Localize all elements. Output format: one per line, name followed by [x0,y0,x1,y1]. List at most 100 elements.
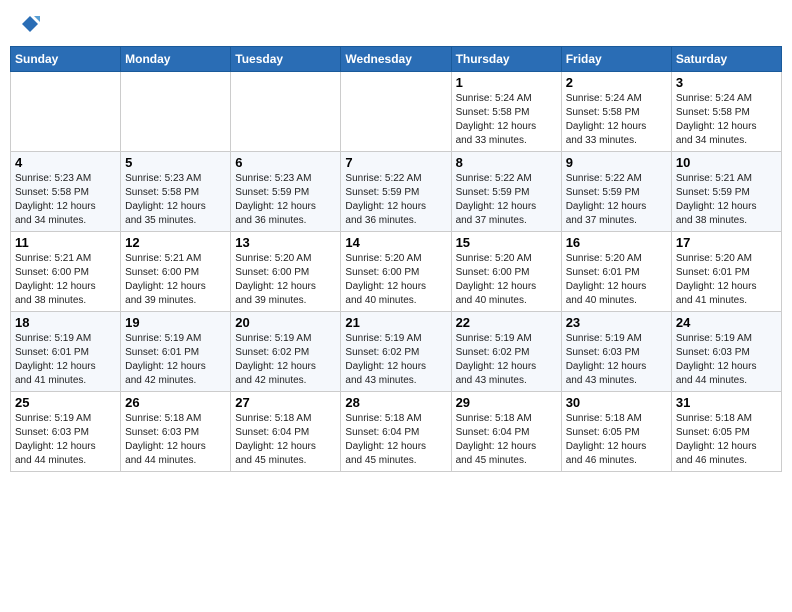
day-info: Sunrise: 5:20 AM Sunset: 6:00 PM Dayligh… [345,252,446,308]
calendar-cell: 18Sunrise: 5:19 AM Sunset: 6:01 PM Dayli… [11,312,121,392]
day-number: 2 [566,75,667,90]
day-number: 15 [456,235,557,250]
day-info: Sunrise: 5:18 AM Sunset: 6:04 PM Dayligh… [456,412,557,468]
day-number: 26 [125,395,226,410]
weekday-header-tuesday: Tuesday [231,47,341,72]
day-info: Sunrise: 5:19 AM Sunset: 6:02 PM Dayligh… [345,332,446,388]
day-number: 18 [15,315,116,330]
weekday-header-saturday: Saturday [671,47,781,72]
calendar-cell: 22 Sunrise: 5:19 AM Sunset: 6:02 PM Dayli… [451,312,561,392]
day-info: Sunrise: 5:22 AM Sunset: 5:59 PM Dayligh… [566,172,667,228]
calendar-cell: 14Sunrise: 5:20 AM Sunset: 6:00 PM Dayli… [341,232,451,312]
logo [18,14,40,34]
day-info: Sunrise: 5:23 AM Sunset: 5:58 PM Dayligh… [15,172,116,228]
weekday-header-friday: Friday [561,47,671,72]
weekday-header-thursday: Thursday [451,47,561,72]
calendar-cell: 20Sunrise: 5:19 AM Sunset: 6:02 PM Dayli… [231,312,341,392]
calendar-cell: 9 Sunrise: 5:22 AM Sunset: 5:59 PM Daylig… [561,152,671,232]
page-header [10,10,782,38]
day-number: 17 [676,235,777,250]
calendar-cell: 29 Sunrise: 5:18 AM Sunset: 6:04 PM Dayli… [451,392,561,472]
day-number: 7 [345,155,446,170]
day-info: Sunrise: 5:18 AM Sunset: 6:04 PM Dayligh… [235,412,336,468]
day-info: Sunrise: 5:22 AM Sunset: 5:59 PM Dayligh… [345,172,446,228]
calendar-cell: 19Sunrise: 5:19 AM Sunset: 6:01 PM Dayli… [121,312,231,392]
calendar-cell: 11 Sunrise: 5:21 AM Sunset: 6:00 PM Dayli… [11,232,121,312]
day-info: Sunrise: 5:19 AM Sunset: 6:03 PM Dayligh… [566,332,667,388]
day-info: Sunrise: 5:22 AM Sunset: 5:59 PM Dayligh… [456,172,557,228]
calendar-cell: 5 Sunrise: 5:23 AM Sunset: 5:58 PM Daylig… [121,152,231,232]
day-info: Sunrise: 5:20 AM Sunset: 6:01 PM Dayligh… [566,252,667,308]
calendar-cell: 31 Sunrise: 5:18 AM Sunset: 6:05 PM Dayli… [671,392,781,472]
day-info: Sunrise: 5:19 AM Sunset: 6:03 PM Dayligh… [676,332,777,388]
calendar-cell: 3Sunrise: 5:24 AM Sunset: 5:58 PM Daylig… [671,72,781,152]
day-info: Sunrise: 5:23 AM Sunset: 5:59 PM Dayligh… [235,172,336,228]
day-info: Sunrise: 5:20 AM Sunset: 6:00 PM Dayligh… [456,252,557,308]
logo-icon [20,14,40,34]
weekday-header-monday: Monday [121,47,231,72]
calendar-cell: 16 Sunrise: 5:20 AM Sunset: 6:01 PM Dayli… [561,232,671,312]
day-number: 9 [566,155,667,170]
day-number: 29 [456,395,557,410]
day-number: 3 [676,75,777,90]
day-number: 30 [566,395,667,410]
day-number: 28 [345,395,446,410]
calendar-week-1: 1 Sunrise: 5:24 AM Sunset: 5:58 PM Daylig… [11,72,782,152]
calendar-week-5: 25Sunrise: 5:19 AM Sunset: 6:03 PM Dayli… [11,392,782,472]
day-number: 21 [345,315,446,330]
calendar-cell: 13 Sunrise: 5:20 AM Sunset: 6:00 PM Dayli… [231,232,341,312]
day-number: 13 [235,235,336,250]
calendar-week-3: 11 Sunrise: 5:21 AM Sunset: 6:00 PM Dayli… [11,232,782,312]
day-number: 20 [235,315,336,330]
calendar-cell: 28Sunrise: 5:18 AM Sunset: 6:04 PM Dayli… [341,392,451,472]
day-info: Sunrise: 5:21 AM Sunset: 5:59 PM Dayligh… [676,172,777,228]
day-number: 5 [125,155,226,170]
calendar-cell: 17Sunrise: 5:20 AM Sunset: 6:01 PM Dayli… [671,232,781,312]
calendar-week-2: 4 Sunrise: 5:23 AM Sunset: 5:58 PM Daylig… [11,152,782,232]
calendar-cell [341,72,451,152]
day-info: Sunrise: 5:18 AM Sunset: 6:05 PM Dayligh… [566,412,667,468]
calendar-cell: 24 Sunrise: 5:19 AM Sunset: 6:03 PM Dayli… [671,312,781,392]
day-info: Sunrise: 5:23 AM Sunset: 5:58 PM Dayligh… [125,172,226,228]
calendar-cell: 4 Sunrise: 5:23 AM Sunset: 5:58 PM Daylig… [11,152,121,232]
calendar-cell: 26 Sunrise: 5:18 AM Sunset: 6:03 PM Dayli… [121,392,231,472]
calendar-cell: 12 Sunrise: 5:21 AM Sunset: 6:00 PM Dayli… [121,232,231,312]
calendar-cell: 1Sunrise: 5:24 AM Sunset: 5:58 PM Daylig… [451,72,561,152]
day-number: 1 [456,75,557,90]
day-number: 11 [15,235,116,250]
calendar-week-4: 18 Sunrise: 5:19 AM Sunset: 6:01 PM Dayli… [11,312,782,392]
calendar-cell: 30 Sunrise: 5:18 AM Sunset: 6:05 PM Dayli… [561,392,671,472]
day-info: Sunrise: 5:19 AM Sunset: 6:01 PM Dayligh… [125,332,226,388]
day-info: Sunrise: 5:18 AM Sunset: 6:03 PM Dayligh… [125,412,226,468]
day-number: 6 [235,155,336,170]
day-number: 23 [566,315,667,330]
day-info: Sunrise: 5:19 AM Sunset: 6:02 PM Dayligh… [456,332,557,388]
day-number: 4 [15,155,116,170]
day-number: 24 [676,315,777,330]
calendar-cell: 23 Sunrise: 5:19 AM Sunset: 6:03 PM Dayli… [561,312,671,392]
weekday-header-sunday: Sunday [11,47,121,72]
day-info: Sunrise: 5:19 AM Sunset: 6:03 PM Dayligh… [15,412,116,468]
calendar-cell: 25Sunrise: 5:19 AM Sunset: 6:03 PM Dayli… [11,392,121,472]
weekday-header-row: SundayMondayTuesdayWednesdayThursdayFrid… [11,47,782,72]
calendar-cell: 8 Sunrise: 5:22 AM Sunset: 5:59 PM Daylig… [451,152,561,232]
day-number: 12 [125,235,226,250]
day-info: Sunrise: 5:24 AM Sunset: 5:58 PM Dayligh… [566,92,667,148]
day-number: 27 [235,395,336,410]
day-number: 16 [566,235,667,250]
calendar-cell: 21 Sunrise: 5:19 AM Sunset: 6:02 PM Dayli… [341,312,451,392]
calendar-cell: 27 Sunrise: 5:18 AM Sunset: 6:04 PM Dayli… [231,392,341,472]
weekday-header-wednesday: Wednesday [341,47,451,72]
calendar-cell [231,72,341,152]
day-info: Sunrise: 5:21 AM Sunset: 6:00 PM Dayligh… [15,252,116,308]
day-info: Sunrise: 5:18 AM Sunset: 6:05 PM Dayligh… [676,412,777,468]
calendar-cell: 6 Sunrise: 5:23 AM Sunset: 5:59 PM Daylig… [231,152,341,232]
day-info: Sunrise: 5:21 AM Sunset: 6:00 PM Dayligh… [125,252,226,308]
day-info: Sunrise: 5:20 AM Sunset: 6:00 PM Dayligh… [235,252,336,308]
calendar-cell [121,72,231,152]
day-number: 22 [456,315,557,330]
day-number: 8 [456,155,557,170]
day-number: 31 [676,395,777,410]
day-number: 10 [676,155,777,170]
calendar-cell: 15 Sunrise: 5:20 AM Sunset: 6:00 PM Dayli… [451,232,561,312]
